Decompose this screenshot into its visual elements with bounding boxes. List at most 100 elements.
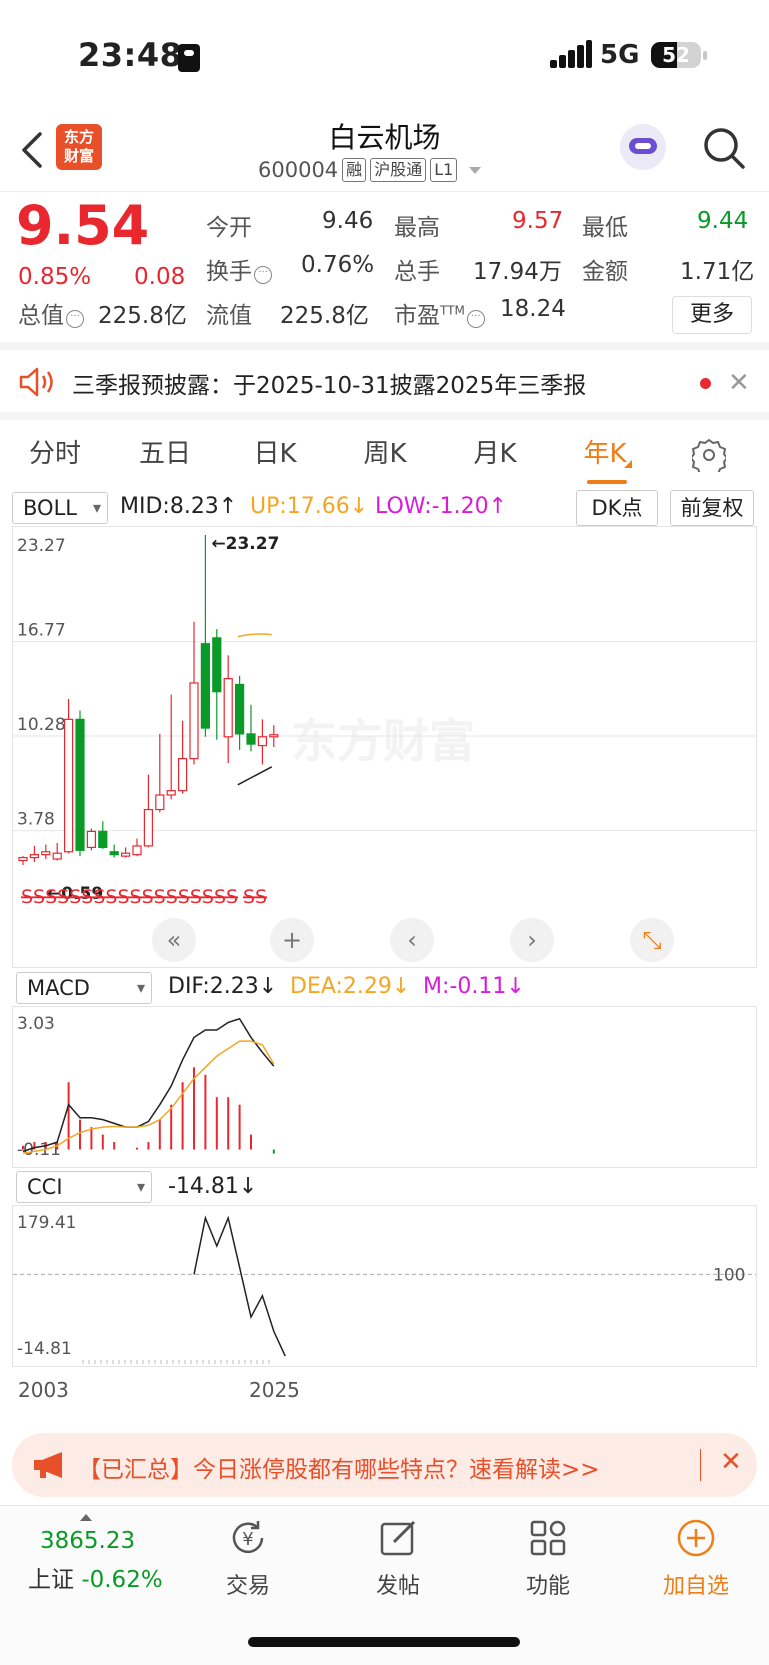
search-icon[interactable]	[702, 126, 746, 170]
index-label[interactable]: 上证 -0.62%	[28, 1560, 163, 1594]
notice-text: 三季报预披露：于2025-10-31披露2025年三季报	[72, 373, 587, 399]
tab-five-day[interactable]: 五日	[110, 420, 220, 490]
dk-point-label: DK点	[591, 496, 643, 520]
network-type: 5G	[600, 40, 640, 70]
tab-weekly-k[interactable]: 周K	[330, 420, 440, 490]
volume-value: 17.94万	[473, 259, 562, 285]
tab-intraday[interactable]: 分时	[0, 420, 110, 490]
status-time: 23:48	[78, 36, 183, 74]
total-cap-label-text: 总值	[18, 303, 64, 329]
trade-button[interactable]: ¥ 交易	[198, 1518, 298, 1600]
kline-chart[interactable]: 东方财富 23.27 16.77 10.28 3.78 ←23.27 ←0.59 SSSSS…	[12, 526, 757, 968]
turnover-label[interactable]: 换手 ···	[206, 252, 272, 286]
macd-dif: DIF:2.23↓	[168, 974, 278, 999]
candle-body	[166, 790, 176, 796]
amount-value: 1.71亿	[680, 259, 755, 285]
adjust-price-button[interactable]: 前复权	[670, 490, 754, 526]
index-change: -0.62%	[81, 1567, 163, 1593]
high-label: 最高	[394, 215, 440, 241]
signal-marks-2: SS	[243, 886, 267, 908]
boll-selector[interactable]: BOLL	[12, 492, 108, 524]
pe-label-text: 市盈	[394, 303, 440, 329]
open-value: 9.46	[322, 208, 374, 234]
expand-icon[interactable]: ⤡	[630, 918, 674, 962]
gear-icon[interactable]	[692, 438, 726, 472]
candle-body	[86, 830, 97, 848]
functions-button[interactable]: 功能	[498, 1518, 598, 1600]
zoom-in-icon[interactable]: +	[270, 918, 314, 962]
boll-selector-label: BOLL	[23, 496, 77, 520]
macd-dea: DEA:2.29↓	[290, 974, 411, 999]
boll-up: UP:17.66↓	[250, 494, 369, 519]
total-cap-label[interactable]: 总值 ···	[18, 296, 84, 330]
edit-icon	[380, 1520, 416, 1556]
cci-selector[interactable]: CCI	[16, 1171, 152, 1203]
margin-tag: 融	[342, 158, 367, 182]
cci-chart[interactable]: 179.41 -14.81 100	[12, 1205, 757, 1367]
add-watchlist-button[interactable]: 加自选	[646, 1518, 746, 1600]
cci-svg: 179.41 -14.81 100	[13, 1213, 756, 1364]
chevron-left-icon[interactable]: ‹	[390, 918, 434, 962]
candle-body	[75, 718, 85, 851]
y-tick-label: -14.81	[17, 1339, 72, 1359]
more-button[interactable]: 更多	[672, 296, 752, 334]
more-dots-icon: ···	[66, 310, 84, 328]
candle-body	[269, 734, 279, 738]
candle-body	[132, 845, 142, 856]
cci-reference-label: 100	[713, 1265, 745, 1285]
caret-up-icon[interactable]	[80, 1514, 92, 1521]
pe-label[interactable]: 市盈TTM ···	[394, 296, 485, 330]
candle-body	[155, 794, 165, 811]
boll-mid: MID:8.23↑	[120, 494, 238, 519]
promo-divider	[700, 1449, 701, 1481]
unread-dot	[700, 378, 711, 389]
candle-body	[52, 852, 62, 860]
y-tick-label: 179.41	[17, 1213, 76, 1233]
chevron-down-icon	[469, 166, 482, 174]
boll-low: LOW:-1.20↑	[375, 494, 508, 519]
tab-yearly-k[interactable]: 年K	[550, 420, 660, 490]
post-label: 发帖	[375, 1574, 420, 1599]
y-tick-label: 10.28	[17, 715, 66, 735]
stock-code-line[interactable]: 600004 融 沪股通 L1	[258, 158, 482, 182]
post-button[interactable]: 发帖	[348, 1518, 448, 1600]
candle-body	[63, 718, 74, 853]
signal-icon	[550, 40, 592, 68]
close-icon[interactable]: ✕	[720, 1447, 742, 1477]
svg-text:¥: ¥	[242, 1529, 253, 1550]
status-bar: 23:48 5G 52	[0, 0, 769, 110]
tab-daily-k[interactable]: 日K	[220, 420, 330, 490]
candle-body	[109, 851, 119, 856]
cci-line	[193, 1215, 286, 1357]
open-label: 今开	[206, 215, 252, 241]
candle-body	[178, 758, 188, 792]
home-indicator	[248, 1637, 520, 1647]
tab-monthly-k[interactable]: 月K	[440, 420, 550, 490]
change-amount: 0.08	[134, 264, 186, 290]
stock-code: 600004	[258, 158, 339, 182]
pe-ttm-sup: TTM	[440, 303, 465, 318]
turnover-label-text: 换手	[206, 259, 252, 285]
close-icon[interactable]: ✕	[728, 368, 750, 398]
index-value[interactable]: 3865.23	[40, 1528, 135, 1554]
plus-circle-icon	[677, 1519, 715, 1557]
promo-banner[interactable]: 【已汇总】今日涨停股都有哪些特点？速看解读>> ✕	[12, 1433, 757, 1497]
total-cap-value: 225.8亿	[98, 303, 187, 329]
speaker-icon	[19, 367, 53, 397]
candle-body	[189, 682, 199, 760]
chevron-right-icon[interactable]: ›	[510, 918, 554, 962]
yuan-exchange-icon: ¥	[232, 1521, 264, 1554]
period-tabs: 分时 五日 日K 周K 月K 年K	[0, 420, 769, 490]
battery-cap	[703, 51, 707, 60]
ai-assistant-icon[interactable]	[620, 124, 666, 170]
candle-body	[235, 683, 245, 735]
candle-body	[41, 851, 51, 856]
add-watchlist-label: 加自选	[662, 1574, 729, 1599]
macd-chart[interactable]: 3.03 -0.11	[12, 1006, 757, 1168]
dif-line	[22, 1017, 275, 1153]
dk-point-button[interactable]: DK点	[576, 490, 658, 526]
index-name: 上证	[28, 1567, 74, 1593]
candle-body	[257, 736, 267, 747]
notice-bar[interactable]: 三季报预披露：于2025-10-31披露2025年三季报 ✕	[0, 350, 769, 420]
macd-selector[interactable]: MACD	[16, 972, 152, 1004]
